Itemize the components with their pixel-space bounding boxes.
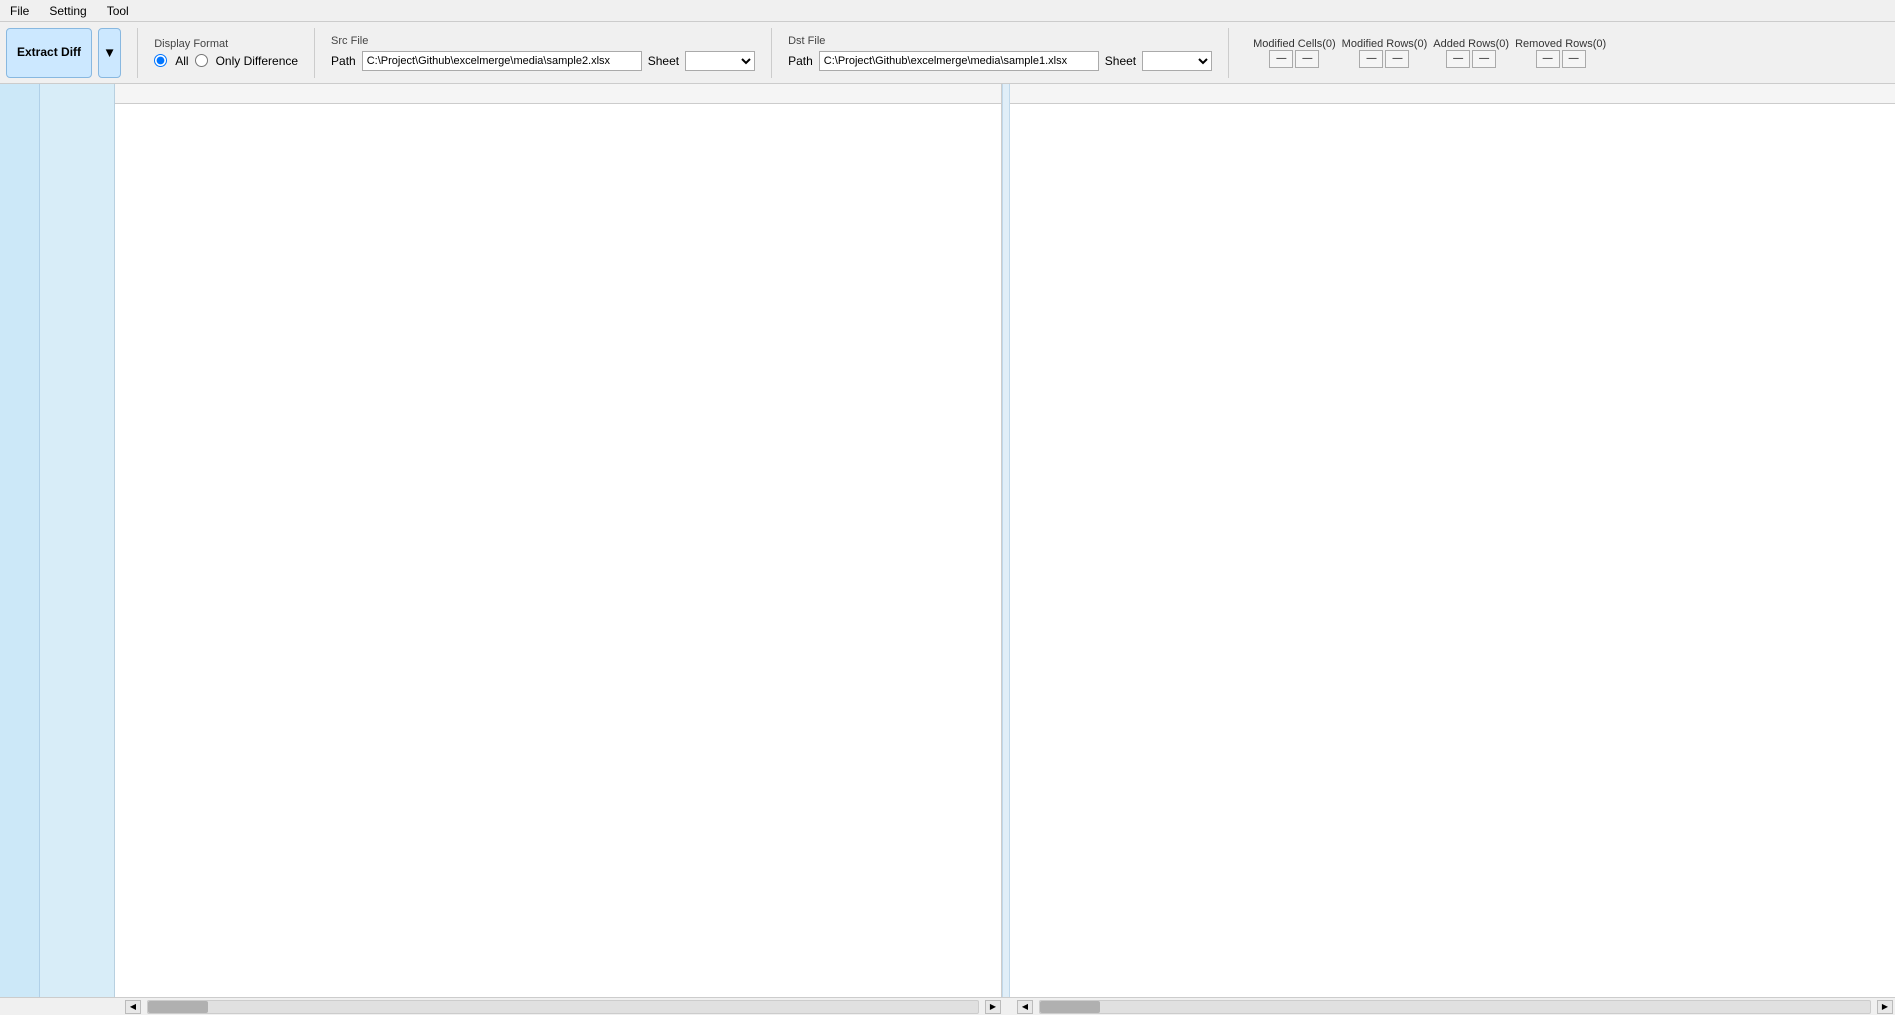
src-panel bbox=[115, 84, 1002, 997]
dst-path-input[interactable] bbox=[819, 51, 1099, 71]
panel-divider[interactable] bbox=[1002, 84, 1010, 997]
dst-scrollbar-track[interactable] bbox=[1039, 1000, 1871, 1014]
src-path-input[interactable] bbox=[362, 51, 642, 71]
src-sheet-label: Sheet bbox=[648, 54, 679, 68]
src-scrollbar-track[interactable] bbox=[147, 1000, 979, 1014]
stat-mr-btn1[interactable]: — bbox=[1359, 50, 1383, 68]
stat-added-rows: Added Rows(0) — — bbox=[1433, 38, 1509, 68]
display-format-options: All Only Difference bbox=[154, 54, 298, 68]
dst-path-label: Path bbox=[788, 54, 813, 68]
stat-modified-rows: Modified Rows(0) — — bbox=[1342, 38, 1428, 68]
stat-mr-btn2[interactable]: — bbox=[1385, 50, 1409, 68]
radio-diff[interactable] bbox=[195, 54, 208, 67]
menu-bar: File Setting Tool bbox=[0, 0, 1895, 22]
stat-removed-rows-buttons: — — bbox=[1536, 50, 1586, 68]
dst-scrollbar-thumb bbox=[1040, 1001, 1100, 1013]
display-format-label: Display Format bbox=[154, 38, 298, 50]
separator-2 bbox=[314, 28, 315, 78]
extract-diff-label: Extract Diff bbox=[17, 44, 81, 61]
src-path-label: Path bbox=[331, 54, 356, 68]
stat-removed-rows: Removed Rows(0) — — bbox=[1515, 38, 1606, 68]
display-format-group: Display Format All Only Difference bbox=[154, 38, 298, 68]
extract-diff-dropdown[interactable]: ▼ bbox=[98, 28, 121, 78]
scrollbar-area: ◀ ▶ ◀ ▶ bbox=[0, 997, 1895, 1015]
stat-modified-cells: Modified Cells(0) — — bbox=[1253, 38, 1336, 68]
stat-added-rows-label: Added Rows(0) bbox=[1433, 38, 1509, 50]
dst-sheet-select[interactable] bbox=[1142, 51, 1212, 71]
src-scrollbar-thumb bbox=[148, 1001, 208, 1013]
stat-removed-rows-label: Removed Rows(0) bbox=[1515, 38, 1606, 50]
dst-file-label: Dst File bbox=[788, 35, 1212, 47]
stat-modified-rows-label: Modified Rows(0) bbox=[1342, 38, 1428, 50]
stat-added-rows-buttons: — — bbox=[1446, 50, 1496, 68]
src-file-label: Src File bbox=[331, 35, 755, 47]
left-sidebar bbox=[0, 84, 40, 997]
dst-scrollbar-right-btn[interactable]: ▶ bbox=[1877, 1000, 1893, 1014]
extract-diff-button[interactable]: Extract Diff bbox=[6, 28, 92, 78]
row-numbers-panel bbox=[40, 84, 115, 997]
separator-3 bbox=[771, 28, 772, 78]
stat-rr-btn2[interactable]: — bbox=[1562, 50, 1586, 68]
src-scrollbar-left-btn[interactable]: ◀ bbox=[125, 1000, 141, 1014]
dst-col-header bbox=[1010, 84, 1895, 104]
stat-modified-cells-label: Modified Cells(0) bbox=[1253, 38, 1336, 50]
dst-sheet-label: Sheet bbox=[1105, 54, 1136, 68]
radio-all[interactable] bbox=[154, 54, 167, 67]
main-content bbox=[0, 84, 1895, 997]
menu-setting[interactable]: Setting bbox=[43, 2, 92, 20]
src-file-row: Path Sheet bbox=[331, 51, 755, 71]
radio-diff-label[interactable]: Only Difference bbox=[216, 54, 298, 68]
src-col-header bbox=[115, 84, 1001, 104]
src-sheet-select[interactable] bbox=[685, 51, 755, 71]
dropdown-arrow-icon: ▼ bbox=[103, 45, 116, 60]
dst-file-row: Path Sheet bbox=[788, 51, 1212, 71]
dst-panel bbox=[1010, 84, 1895, 997]
toolbar: Extract Diff ▼ Display Format All Only D… bbox=[0, 22, 1895, 84]
stat-ar-btn1[interactable]: — bbox=[1446, 50, 1470, 68]
separator-1 bbox=[137, 28, 138, 78]
stat-modified-rows-buttons: — — bbox=[1359, 50, 1409, 68]
stat-rr-btn1[interactable]: — bbox=[1536, 50, 1560, 68]
stat-ar-btn2[interactable]: — bbox=[1472, 50, 1496, 68]
src-scrollbar-right-btn[interactable]: ▶ bbox=[985, 1000, 1001, 1014]
separator-4 bbox=[1228, 28, 1229, 78]
radio-all-label[interactable]: All bbox=[175, 54, 188, 68]
stat-mc-btn1[interactable]: — bbox=[1269, 50, 1293, 68]
dst-file-group: Dst File Path Sheet bbox=[788, 35, 1212, 71]
dst-scrollbar-left-btn[interactable]: ◀ bbox=[1017, 1000, 1033, 1014]
stat-modified-cells-buttons: — — bbox=[1269, 50, 1319, 68]
menu-tool[interactable]: Tool bbox=[101, 2, 135, 20]
menu-file[interactable]: File bbox=[4, 2, 35, 20]
stat-mc-btn2[interactable]: — bbox=[1295, 50, 1319, 68]
stats-section: Modified Cells(0) — — Modified Rows(0) —… bbox=[1253, 38, 1606, 68]
src-file-group: Src File Path Sheet bbox=[331, 35, 755, 71]
